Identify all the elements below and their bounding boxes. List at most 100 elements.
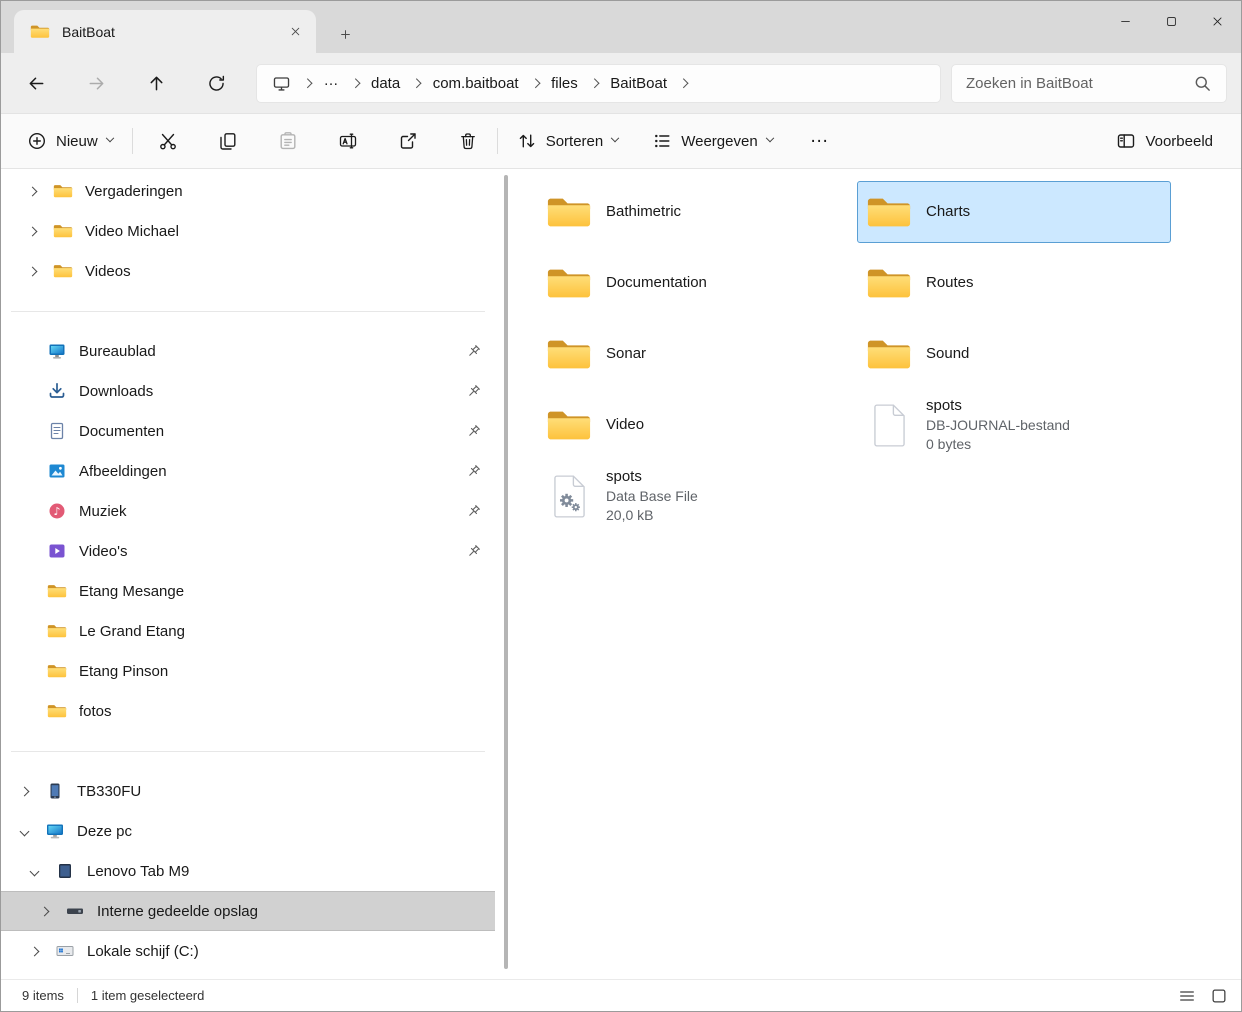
view-button[interactable]: Weergeven — [642, 122, 782, 160]
sidebar-item-video-s[interactable]: Video's — [1, 531, 495, 571]
sidebar-item-le-grand-etang[interactable]: Le Grand Etang — [1, 611, 495, 651]
sidebar-item-lokale-schijf-c[interactable]: Lokale schijf (C:) — [1, 931, 495, 971]
status-bar: 9 items 1 item geselecteerd — [1, 979, 1241, 1011]
tab-close-icon[interactable] — [282, 19, 308, 45]
chevron-right-icon[interactable] — [21, 788, 45, 795]
scissors-icon — [158, 131, 178, 151]
pin-icon[interactable] — [465, 503, 482, 520]
folder-icon — [866, 263, 912, 303]
chevron-right-icon[interactable] — [29, 188, 53, 195]
copy-button[interactable] — [208, 122, 248, 160]
breadcrumb-device[interactable] — [263, 69, 300, 99]
file-tile-spots[interactable]: spotsData Base File20,0 kB — [537, 465, 851, 527]
folder-icon — [53, 261, 73, 281]
scrollbar-thumb[interactable] — [504, 175, 508, 969]
pin-icon[interactable] — [465, 463, 482, 480]
folder-tile-sound[interactable]: Sound — [857, 323, 1171, 385]
folder-icon — [47, 701, 67, 721]
chevron-right-icon[interactable] — [29, 228, 53, 235]
file-plain-icon — [866, 401, 912, 449]
desktop-icon — [47, 341, 67, 361]
chevron-right-icon[interactable] — [29, 268, 53, 275]
new-button[interactable]: Nieuw — [17, 122, 123, 160]
sort-button[interactable]: Sorteren — [507, 122, 629, 160]
minimize-button[interactable] — [1102, 2, 1148, 40]
sidebar-item-vergaderingen[interactable]: Vergaderingen — [1, 171, 495, 211]
rename-button[interactable] — [328, 122, 368, 160]
sidebar-item-label: Vergaderingen — [85, 183, 495, 200]
file-tile-spots[interactable]: spotsDB-JOURNAL-bestand0 bytes — [857, 394, 1171, 456]
breadcrumb-baitboat[interactable]: BaitBoat — [601, 69, 676, 99]
sidebar-item-etang-mesange[interactable]: Etang Mesange — [1, 571, 495, 611]
sidebar-item-tb330fu[interactable]: TB330FU — [1, 771, 495, 811]
up-button[interactable] — [138, 65, 175, 102]
sidebar-item-afbeeldingen[interactable]: Afbeeldingen — [1, 451, 495, 491]
folder-tile-documentation[interactable]: Documentation — [537, 252, 851, 314]
delete-button[interactable] — [448, 122, 488, 160]
details-view-button[interactable] — [1173, 983, 1201, 1009]
chevron-right-icon — [412, 79, 421, 88]
back-button[interactable] — [18, 65, 55, 102]
folder-icon — [866, 192, 912, 232]
sidebar-item-label: Videos — [85, 263, 495, 280]
folder-tile-bathimetric[interactable]: Bathimetric — [537, 181, 851, 243]
back-arrow-icon — [27, 74, 46, 93]
folder-tile-video[interactable]: Video — [537, 394, 851, 456]
breadcrumb-ellipsis[interactable]: … — [315, 66, 348, 96]
close-button[interactable] — [1194, 2, 1240, 40]
forward-arrow-icon — [87, 74, 106, 93]
search-input[interactable]: Zoeken in BaitBoat — [951, 64, 1227, 103]
chevron-down-icon — [765, 134, 773, 142]
pin-icon[interactable] — [465, 543, 482, 560]
chevron-right-icon — [350, 79, 359, 88]
more-button[interactable]: … — [799, 122, 841, 160]
list-lines-icon — [1178, 987, 1196, 1005]
chevron-right-icon[interactable] — [41, 908, 65, 915]
tablet-icon — [55, 861, 75, 881]
cut-button[interactable] — [148, 122, 188, 160]
sidebar-item-videos[interactable]: Videos — [1, 251, 495, 291]
sidebar-item-label: Documenten — [79, 423, 495, 440]
file-column-2: Charts Routes Sound spotsDB-JOURNAL-bestand… — [857, 181, 1171, 465]
pin-icon[interactable] — [465, 423, 482, 440]
toolbar-divider — [497, 128, 498, 154]
share-button[interactable] — [388, 122, 428, 160]
folder-tile-routes[interactable]: Routes — [857, 252, 1171, 314]
folder-tile-sonar[interactable]: Sonar — [537, 323, 851, 385]
folder-tile-charts[interactable]: Charts — [857, 181, 1171, 243]
sidebar-item-fotos[interactable]: fotos — [1, 691, 495, 731]
preview-button[interactable]: Voorbeeld — [1106, 122, 1223, 160]
preview-pane-icon — [1116, 131, 1136, 151]
chevron-down-icon[interactable] — [31, 868, 55, 875]
large-icons-view-button[interactable] — [1205, 983, 1233, 1009]
refresh-button[interactable] — [198, 65, 235, 102]
sidebar-scrollbar[interactable] — [501, 169, 511, 979]
sidebar-item-label: Downloads — [79, 383, 495, 400]
sort-arrows-icon — [517, 131, 537, 151]
chevron-right-icon[interactable] — [31, 948, 55, 955]
item-name: Routes — [926, 273, 974, 293]
breadcrumb-com-baitboat[interactable]: com.baitboat — [424, 69, 528, 99]
sidebar-item-bureaublad[interactable]: Bureaublad — [1, 331, 495, 371]
new-tab-button[interactable] — [331, 22, 359, 46]
sidebar-item-lenovo-tab-m9[interactable]: Lenovo Tab M9 — [1, 851, 495, 891]
sidebar-item-video-michael[interactable]: Video Michael — [1, 211, 495, 251]
sidebar-item-downloads[interactable]: Downloads — [1, 371, 495, 411]
sidebar-item-etang-pinson[interactable]: Etang Pinson — [1, 651, 495, 691]
breadcrumb-data[interactable]: data — [362, 69, 409, 99]
close-icon — [1211, 15, 1224, 28]
pin-icon[interactable] — [465, 383, 482, 400]
sidebar-item-documenten[interactable]: Documenten — [1, 411, 495, 451]
forward-button[interactable] — [78, 65, 115, 102]
sidebar-item-deze-pc[interactable]: Deze pc — [1, 811, 495, 851]
folder-icon — [53, 221, 73, 241]
maximize-button[interactable] — [1148, 2, 1194, 40]
breadcrumb-files[interactable]: files — [542, 69, 587, 99]
tab-baitboat[interactable]: BaitBoat — [14, 10, 316, 53]
paste-button[interactable] — [268, 122, 308, 160]
pin-icon[interactable] — [465, 343, 482, 360]
file-column-1: Bathimetric Documentation Sonar Video spotsD… — [537, 181, 851, 536]
sidebar-item-muziek[interactable]: ♪Muziek — [1, 491, 495, 531]
sidebar-item-interne-gedeelde-opslag[interactable]: Interne gedeelde opslag — [1, 891, 495, 931]
chevron-down-icon[interactable] — [21, 828, 45, 835]
